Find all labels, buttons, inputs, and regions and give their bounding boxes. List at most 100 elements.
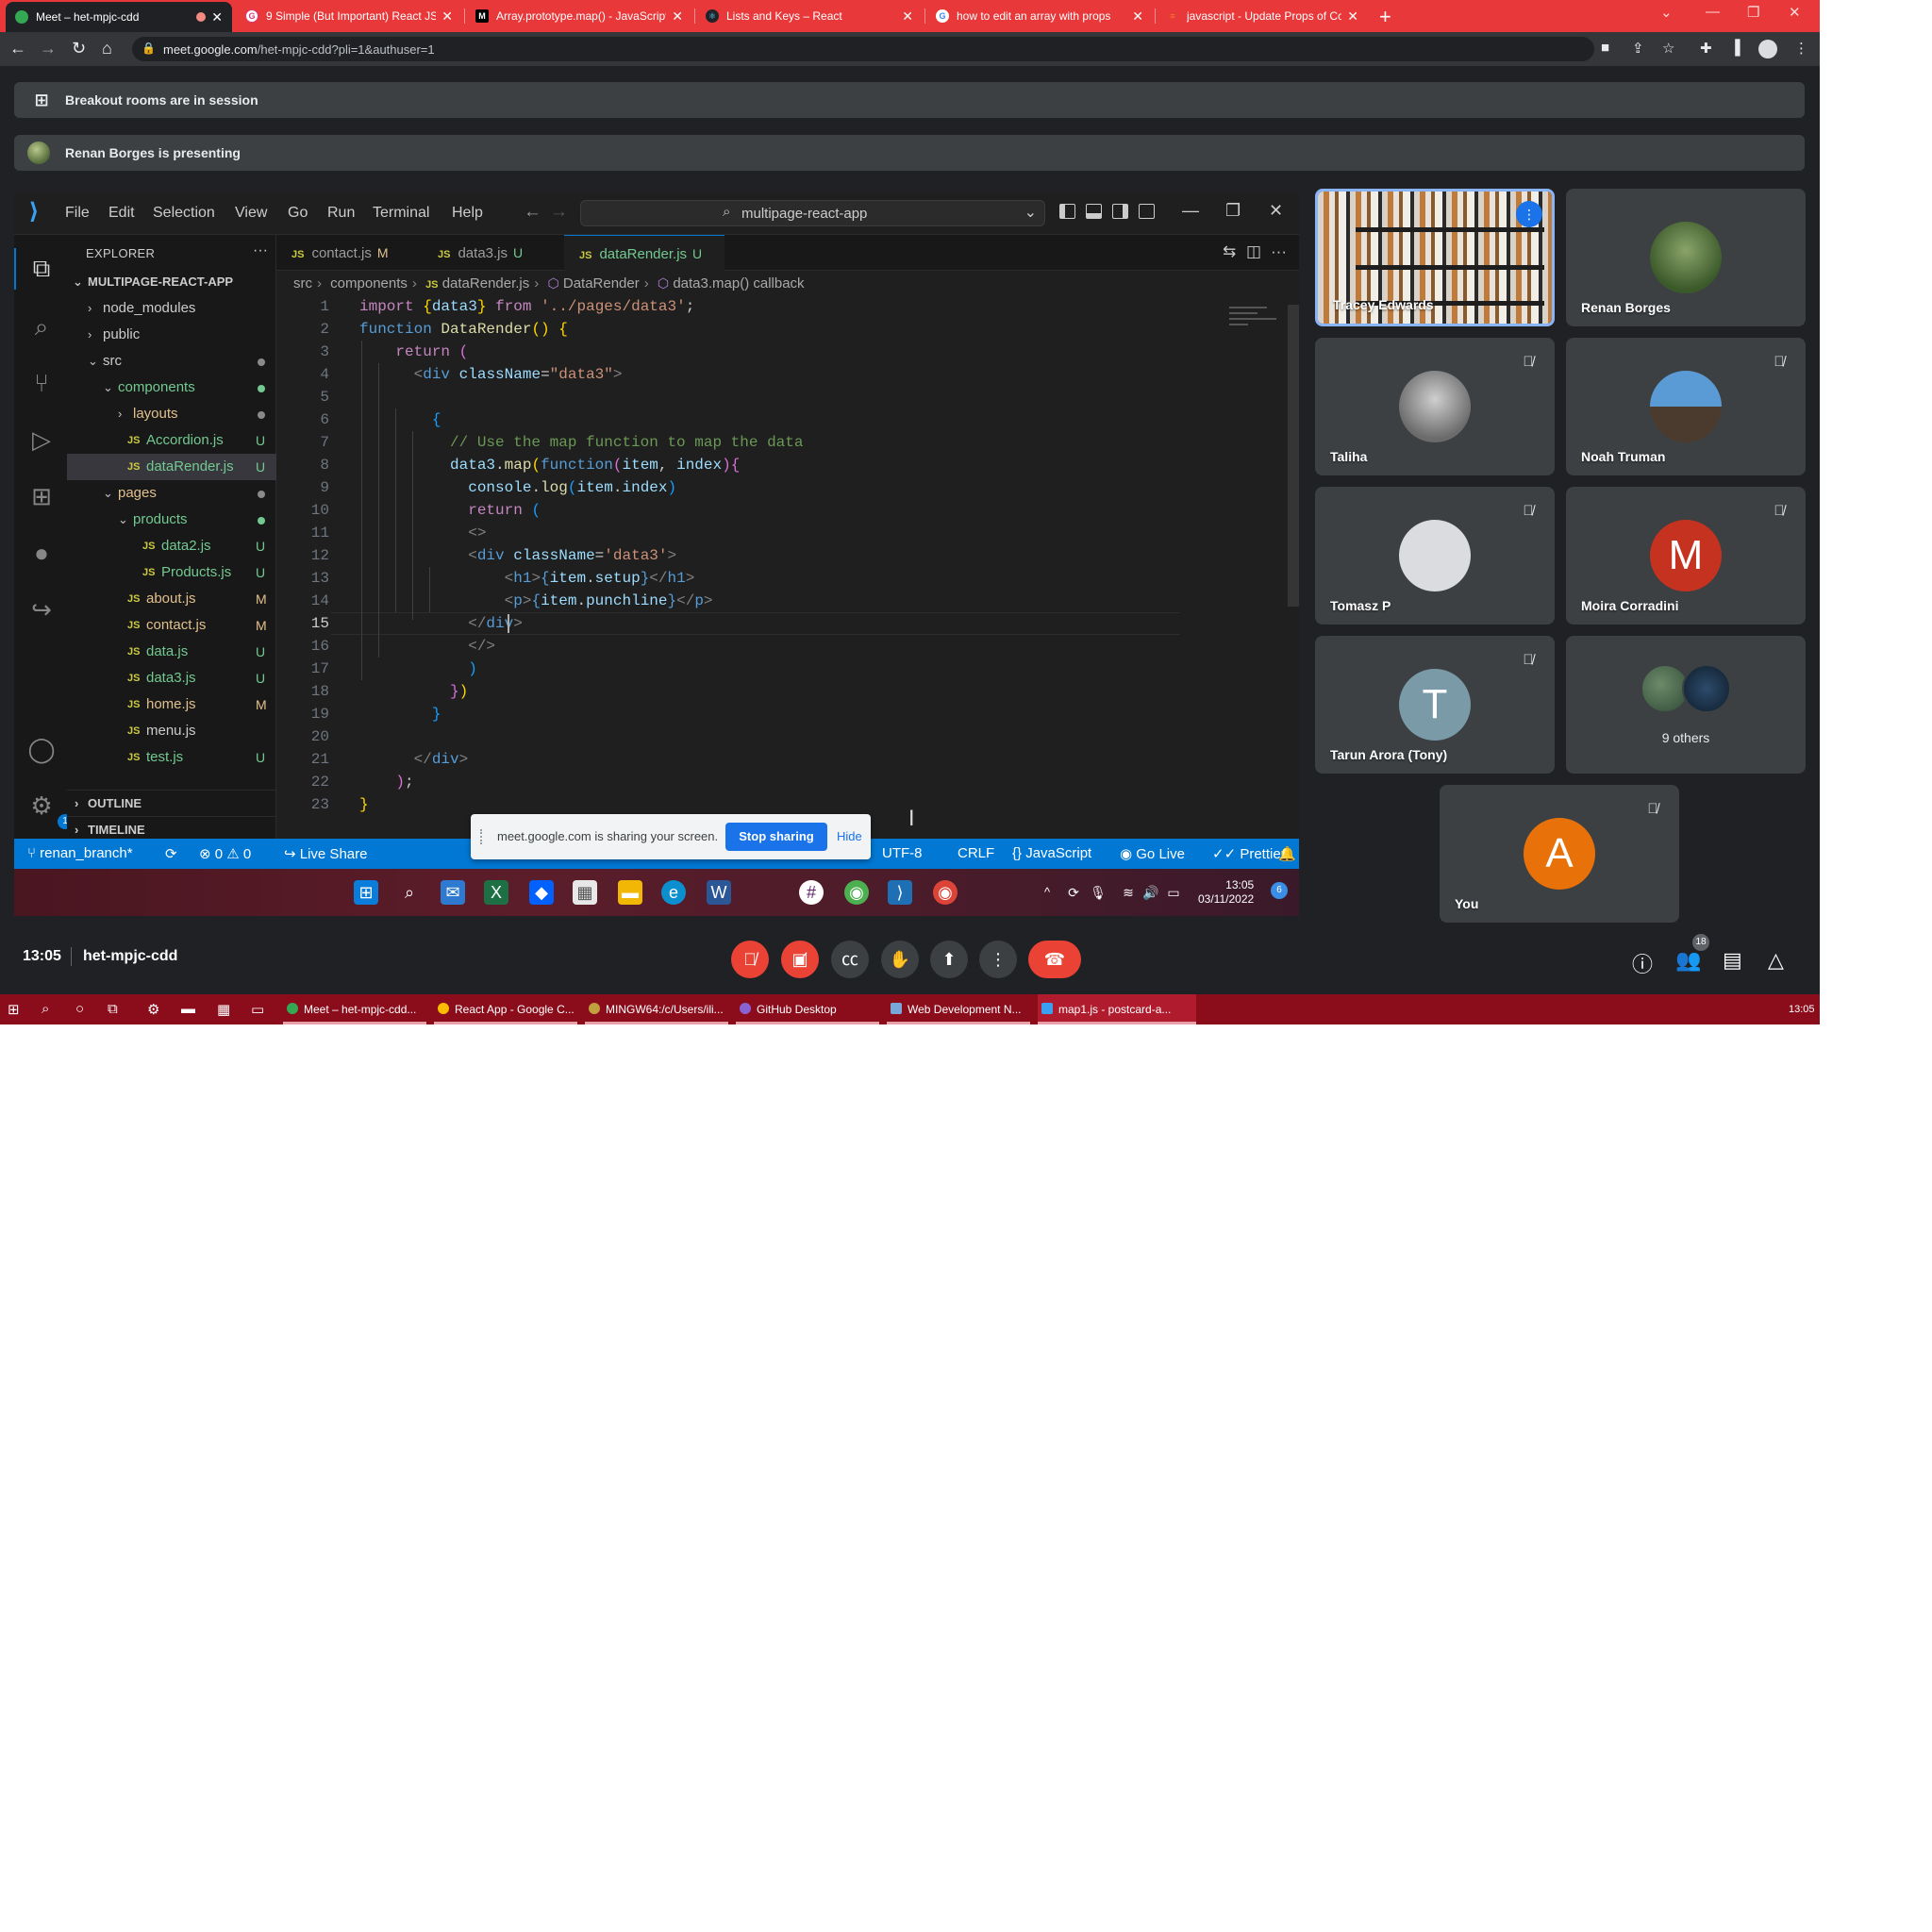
file-explorer-icon[interactable]: ▬ xyxy=(618,880,642,905)
menu-go[interactable]: Go xyxy=(288,205,308,222)
remote-desktop-icon[interactable]: ▭ xyxy=(251,1001,264,1018)
minimize-icon[interactable]: — xyxy=(1706,4,1720,20)
tab-close-icon[interactable]: ✕ xyxy=(1347,8,1358,25)
profile-avatar[interactable] xyxy=(1758,40,1777,58)
taskbar-app-vscode[interactable]: map1.js - postcard-a... xyxy=(1038,994,1196,1024)
tree-folder[interactable]: ⌄ products xyxy=(67,507,276,533)
toggle-secondary-sidebar-icon[interactable] xyxy=(1112,204,1128,219)
windows-start-icon[interactable]: ⊞ xyxy=(8,1001,20,1018)
windows-start-icon[interactable]: ⊞ xyxy=(354,880,378,905)
tab-google-search[interactable]: G how to edit an array with props ✕ xyxy=(926,0,1153,32)
vscode-minimize-icon[interactable]: — xyxy=(1182,201,1199,221)
reload-icon[interactable]: ↻ xyxy=(72,39,86,58)
participant-tile-tarun[interactable]: 🎙̸ T Tarun Arora (Tony) xyxy=(1315,636,1555,774)
tab-close-icon[interactable]: ✕ xyxy=(1132,8,1143,25)
tab-react-article[interactable]: G 9 Simple (But Important) React JS ✕ xyxy=(236,0,462,32)
tab-stackoverflow[interactable]: ≡ javascript - Update Props of Com ✕ xyxy=(1157,0,1368,32)
go-live-status[interactable]: ◉ Go Live xyxy=(1120,845,1185,862)
accounts-icon[interactable]: ◯ xyxy=(27,735,56,763)
editor-tab-datarender[interactable]: JSdataRender.jsU ✕ xyxy=(564,235,724,299)
tree-file[interactable]: JS Accordion.js U xyxy=(67,427,276,454)
breadcrumb-file[interactable]: dataRender.js xyxy=(442,275,530,291)
settings-gear-icon[interactable]: ⚙ xyxy=(147,1001,159,1018)
chat-icon[interactable]: ▤ xyxy=(1723,948,1742,973)
github-icon[interactable]: ● xyxy=(27,539,56,567)
forward-icon[interactable]: → xyxy=(40,39,57,58)
toggle-sidebar-icon[interactable] xyxy=(1059,204,1075,219)
excel-icon[interactable]: X xyxy=(484,880,508,905)
back-icon[interactable]: ← xyxy=(9,39,26,58)
os-clock[interactable]: 13:05 xyxy=(1789,1004,1815,1015)
share-icon[interactable]: ⇪ xyxy=(1632,40,1644,57)
toggle-panel-icon[interactable] xyxy=(1086,204,1102,219)
notification-badge[interactable]: 6 xyxy=(1271,882,1288,899)
restore-icon[interactable]: ❐ xyxy=(1747,4,1759,21)
taskbar-app-webdev[interactable]: Web Development N... xyxy=(887,994,1030,1024)
word-icon[interactable]: W xyxy=(707,880,731,905)
menu-view[interactable]: View xyxy=(235,205,267,222)
tab-close-icon[interactable]: ✕ xyxy=(672,8,683,25)
branch-status[interactable]: ⑂ renan_branch* xyxy=(27,845,133,861)
sync-tray-icon[interactable]: ⟳ xyxy=(1061,880,1086,905)
tab-close-icon[interactable]: ✕ xyxy=(441,8,453,25)
vscode-taskbar-icon[interactable]: ⟩ xyxy=(888,880,912,905)
edge-icon[interactable]: e xyxy=(661,880,686,905)
participant-tile-taliha[interactable]: 🎙̸ Taliha xyxy=(1315,338,1555,475)
calculator-icon[interactable]: ▦ xyxy=(217,1001,230,1018)
sync-icon[interactable]: ⟳ xyxy=(165,845,177,862)
participant-tile-noah[interactable]: 🎙̸ Noah Truman xyxy=(1566,338,1806,475)
tree-folder[interactable]: ⌄ pages xyxy=(67,480,276,507)
problems-status[interactable]: ⊗ 0 ⚠ 0 xyxy=(199,845,251,862)
split-editor-icon[interactable]: ◫ xyxy=(1246,242,1261,261)
side-panel-icon[interactable]: ▐ xyxy=(1730,40,1740,56)
hide-button[interactable]: Hide xyxy=(837,829,862,843)
tree-file[interactable]: JS data2.js U xyxy=(67,533,276,559)
tree-file[interactable]: JS dataRender.js U xyxy=(67,454,276,480)
shared-clock[interactable]: 13:05 03/11/2022 xyxy=(1198,878,1254,907)
mic-off-button[interactable]: 🎙̸ xyxy=(731,941,769,978)
breadcrumb-src[interactable]: src xyxy=(293,275,312,291)
outline-section[interactable]: › OUTLINE xyxy=(67,790,276,816)
tree-folder[interactable]: ⌄ src xyxy=(67,348,276,375)
explorer-icon[interactable]: ⧉ xyxy=(27,254,56,282)
store-icon[interactable]: ▦ xyxy=(573,880,597,905)
camera-in-use-icon[interactable]: ■ xyxy=(1601,40,1609,56)
menu-run[interactable]: Run xyxy=(327,205,355,222)
taskbar-search-icon[interactable]: ⌕ xyxy=(397,880,422,905)
editor-more-icon[interactable]: ··· xyxy=(1271,242,1287,261)
tree-file[interactable]: JS Products.js U xyxy=(67,559,276,586)
task-view-icon[interactable]: ⧉ xyxy=(108,1001,118,1017)
minimap[interactable] xyxy=(1229,303,1286,341)
window-close-icon[interactable]: ✕ xyxy=(1789,4,1801,21)
extensions-view-icon[interactable]: ⊞ xyxy=(27,482,56,510)
run-debug-icon[interactable]: ▷ xyxy=(27,425,56,454)
tab-meet[interactable]: Meet – het-mpjc-cdd ✕ xyxy=(6,2,232,32)
extensions-icon[interactable]: ✚ xyxy=(1700,40,1712,57)
chrome-menu-icon[interactable]: ⋮ xyxy=(1794,40,1808,57)
participant-tile-you[interactable]: 🎙̸ A You xyxy=(1440,785,1679,923)
editor-tab-contact[interactable]: JS contact.js M xyxy=(276,235,423,271)
stop-sharing-button[interactable]: Stop sharing xyxy=(725,823,827,851)
participant-tile-tomasz[interactable]: 🎙̸ Tomasz P xyxy=(1315,487,1555,625)
breadcrumb-components[interactable]: components xyxy=(330,275,408,291)
language-status[interactable]: {} JavaScript xyxy=(1012,845,1091,861)
menu-edit[interactable]: Edit xyxy=(108,205,135,222)
open-changes-icon[interactable]: ⇆ xyxy=(1223,242,1236,261)
encoding-status[interactable]: UTF-8 xyxy=(882,845,923,861)
more-options-button[interactable]: ⋮ xyxy=(979,941,1017,978)
source-control-icon[interactable]: ⑂ xyxy=(27,369,56,397)
battery-icon[interactable]: ▭ xyxy=(1161,880,1186,905)
notifications-bell-icon[interactable]: 🔔 xyxy=(1278,845,1296,862)
search-view-icon[interactable]: ⌕ xyxy=(27,312,56,341)
tree-file[interactable]: JS menu.js xyxy=(67,718,276,744)
chevron-down-icon[interactable]: ⌄ xyxy=(1024,203,1037,222)
tray-chevron-icon[interactable]: ^ xyxy=(1035,880,1059,905)
vscode-close-icon[interactable]: ✕ xyxy=(1269,201,1283,221)
drag-handle-icon[interactable] xyxy=(480,829,486,844)
participant-tile-tracey[interactable]: ⋮ Tracey Edwards xyxy=(1315,189,1555,326)
mail-icon[interactable]: ✉ xyxy=(441,880,465,905)
taskbar-app-github[interactable]: GitHub Desktop xyxy=(736,994,879,1024)
command-center-search[interactable]: ⌕ multipage-react-app ⌄ xyxy=(580,200,1045,226)
menu-selection[interactable]: Selection xyxy=(153,205,215,222)
more-actions-icon[interactable]: ··· xyxy=(253,242,268,259)
